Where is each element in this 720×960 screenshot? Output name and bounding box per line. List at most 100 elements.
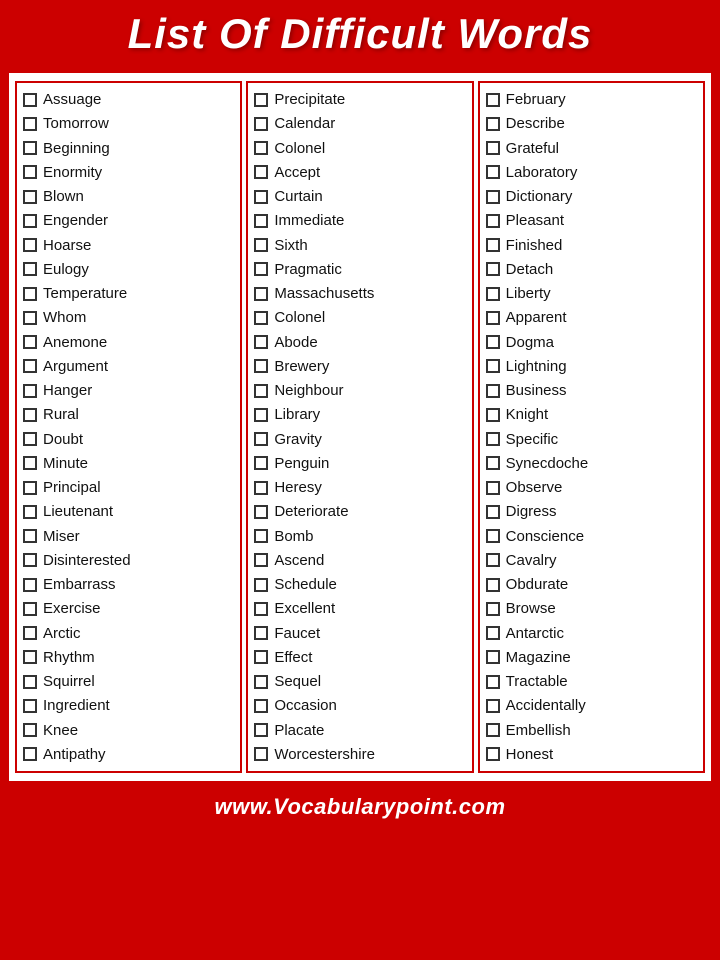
list-item[interactable]: Lieutenant bbox=[23, 500, 234, 523]
list-item[interactable]: Knee bbox=[23, 719, 234, 742]
checkbox-icon[interactable] bbox=[486, 359, 500, 373]
list-item[interactable]: Library bbox=[254, 403, 465, 426]
list-item[interactable]: Effect bbox=[254, 646, 465, 669]
checkbox-icon[interactable] bbox=[486, 238, 500, 252]
checkbox-icon[interactable] bbox=[486, 602, 500, 616]
checkbox-icon[interactable] bbox=[254, 190, 268, 204]
list-item[interactable]: Browse bbox=[486, 597, 697, 620]
list-item[interactable]: Colonel bbox=[254, 306, 465, 329]
checkbox-icon[interactable] bbox=[254, 408, 268, 422]
checkbox-icon[interactable] bbox=[23, 456, 37, 470]
list-item[interactable]: Curtain bbox=[254, 185, 465, 208]
list-item[interactable]: Engender bbox=[23, 209, 234, 232]
checkbox-icon[interactable] bbox=[486, 699, 500, 713]
checkbox-icon[interactable] bbox=[486, 747, 500, 761]
list-item[interactable]: Placate bbox=[254, 719, 465, 742]
checkbox-icon[interactable] bbox=[23, 650, 37, 664]
list-item[interactable]: Schedule bbox=[254, 573, 465, 596]
checkbox-icon[interactable] bbox=[23, 432, 37, 446]
checkbox-icon[interactable] bbox=[23, 481, 37, 495]
checkbox-icon[interactable] bbox=[254, 675, 268, 689]
list-item[interactable]: Hoarse bbox=[23, 234, 234, 257]
list-item[interactable]: Business bbox=[486, 379, 697, 402]
checkbox-icon[interactable] bbox=[23, 747, 37, 761]
list-item[interactable]: Sixth bbox=[254, 234, 465, 257]
list-item[interactable]: Finished bbox=[486, 234, 697, 257]
checkbox-icon[interactable] bbox=[254, 578, 268, 592]
list-item[interactable]: Neighbour bbox=[254, 379, 465, 402]
checkbox-icon[interactable] bbox=[486, 214, 500, 228]
checkbox-icon[interactable] bbox=[23, 553, 37, 567]
list-item[interactable]: Precipitate bbox=[254, 88, 465, 111]
list-item[interactable]: Conscience bbox=[486, 525, 697, 548]
list-item[interactable]: Pragmatic bbox=[254, 258, 465, 281]
list-item[interactable]: Ascend bbox=[254, 549, 465, 572]
list-item[interactable]: Specific bbox=[486, 428, 697, 451]
list-item[interactable]: Embellish bbox=[486, 719, 697, 742]
checkbox-icon[interactable] bbox=[23, 335, 37, 349]
checkbox-icon[interactable] bbox=[23, 93, 37, 107]
list-item[interactable]: Temperature bbox=[23, 282, 234, 305]
list-item[interactable]: Honest bbox=[486, 743, 697, 766]
list-item[interactable]: Exercise bbox=[23, 597, 234, 620]
list-item[interactable]: Assuage bbox=[23, 88, 234, 111]
list-item[interactable]: Rural bbox=[23, 403, 234, 426]
checkbox-icon[interactable] bbox=[486, 675, 500, 689]
list-item[interactable]: Brewery bbox=[254, 355, 465, 378]
checkbox-icon[interactable] bbox=[23, 287, 37, 301]
checkbox-icon[interactable] bbox=[254, 359, 268, 373]
checkbox-icon[interactable] bbox=[254, 214, 268, 228]
checkbox-icon[interactable] bbox=[254, 432, 268, 446]
checkbox-icon[interactable] bbox=[486, 165, 500, 179]
list-item[interactable]: Beginning bbox=[23, 137, 234, 160]
checkbox-icon[interactable] bbox=[23, 529, 37, 543]
checkbox-icon[interactable] bbox=[254, 262, 268, 276]
list-item[interactable]: Deteriorate bbox=[254, 500, 465, 523]
checkbox-icon[interactable] bbox=[23, 602, 37, 616]
list-item[interactable]: Liberty bbox=[486, 282, 697, 305]
list-item[interactable]: Cavalry bbox=[486, 549, 697, 572]
list-item[interactable]: Worcestershire bbox=[254, 743, 465, 766]
checkbox-icon[interactable] bbox=[486, 578, 500, 592]
list-item[interactable]: Observe bbox=[486, 476, 697, 499]
checkbox-icon[interactable] bbox=[254, 335, 268, 349]
checkbox-icon[interactable] bbox=[486, 311, 500, 325]
checkbox-icon[interactable] bbox=[254, 117, 268, 131]
list-item[interactable]: Miser bbox=[23, 525, 234, 548]
checkbox-icon[interactable] bbox=[23, 675, 37, 689]
list-item[interactable]: Sequel bbox=[254, 670, 465, 693]
checkbox-icon[interactable] bbox=[254, 481, 268, 495]
list-item[interactable]: Arctic bbox=[23, 622, 234, 645]
list-item[interactable]: Minute bbox=[23, 452, 234, 475]
list-item[interactable]: Squirrel bbox=[23, 670, 234, 693]
checkbox-icon[interactable] bbox=[486, 93, 500, 107]
list-item[interactable]: Pleasant bbox=[486, 209, 697, 232]
checkbox-icon[interactable] bbox=[23, 262, 37, 276]
checkbox-icon[interactable] bbox=[486, 335, 500, 349]
checkbox-icon[interactable] bbox=[486, 384, 500, 398]
checkbox-icon[interactable] bbox=[254, 456, 268, 470]
list-item[interactable]: Argument bbox=[23, 355, 234, 378]
list-item[interactable]: Synecdoche bbox=[486, 452, 697, 475]
checkbox-icon[interactable] bbox=[254, 529, 268, 543]
list-item[interactable]: Embarrass bbox=[23, 573, 234, 596]
list-item[interactable]: Knight bbox=[486, 403, 697, 426]
checkbox-icon[interactable] bbox=[254, 602, 268, 616]
list-item[interactable]: Disinterested bbox=[23, 549, 234, 572]
checkbox-icon[interactable] bbox=[486, 432, 500, 446]
list-item[interactable]: Apparent bbox=[486, 306, 697, 329]
list-item[interactable]: Colonel bbox=[254, 137, 465, 160]
checkbox-icon[interactable] bbox=[486, 456, 500, 470]
checkbox-icon[interactable] bbox=[254, 723, 268, 737]
list-item[interactable]: Whom bbox=[23, 306, 234, 329]
checkbox-icon[interactable] bbox=[486, 650, 500, 664]
checkbox-icon[interactable] bbox=[23, 408, 37, 422]
checkbox-icon[interactable] bbox=[23, 214, 37, 228]
checkbox-icon[interactable] bbox=[23, 117, 37, 131]
list-item[interactable]: Digress bbox=[486, 500, 697, 523]
list-item[interactable]: Describe bbox=[486, 112, 697, 135]
checkbox-icon[interactable] bbox=[254, 141, 268, 155]
list-item[interactable]: Bomb bbox=[254, 525, 465, 548]
checkbox-icon[interactable] bbox=[23, 384, 37, 398]
checkbox-icon[interactable] bbox=[254, 553, 268, 567]
